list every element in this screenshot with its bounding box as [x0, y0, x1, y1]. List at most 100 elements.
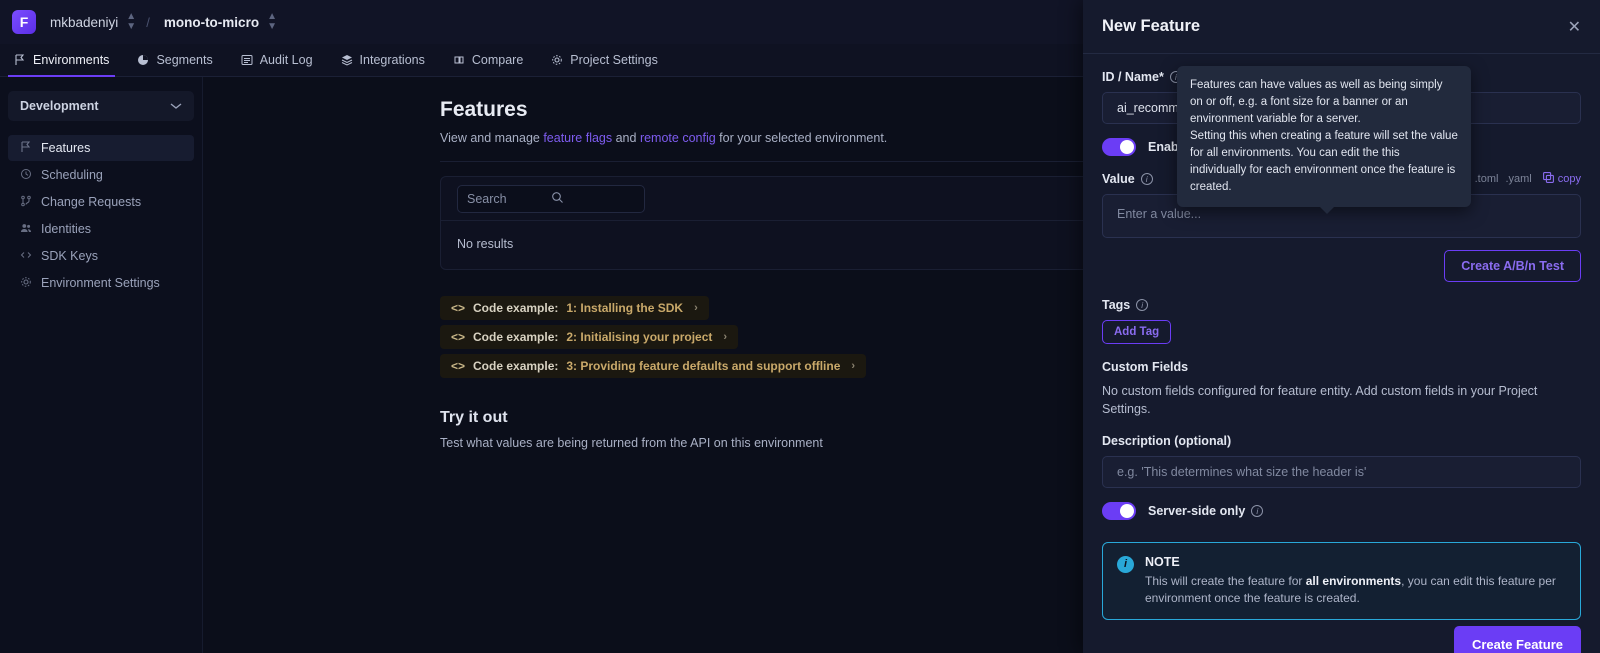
info-icon[interactable]: i — [1140, 173, 1153, 185]
info-icon[interactable]: i — [1251, 505, 1264, 518]
feature-flags-link[interactable]: feature flags — [543, 131, 612, 145]
custom-fields-label: Custom Fields — [1102, 360, 1581, 374]
note-title: NOTE — [1145, 555, 1180, 570]
sidebar-item-sdk-keys[interactable]: SDK Keys — [8, 243, 194, 269]
tab-segments[interactable]: Segments — [123, 44, 226, 77]
search-input[interactable]: Search — [457, 184, 645, 213]
tab-label: Project Settings — [570, 53, 658, 67]
chevron-right-icon: › — [723, 331, 728, 343]
search-icon — [551, 191, 635, 207]
description-label-text: Description (optional) — [1102, 434, 1232, 449]
tags-label: Tags i — [1102, 298, 1581, 312]
value-label: Value i — [1102, 172, 1153, 186]
chevron-down-icon — [170, 99, 182, 113]
breadcrumb-project[interactable]: mono-to-micro — [164, 15, 259, 30]
sidebar-item-label: Environment Settings — [41, 276, 160, 290]
description-input[interactable]: e.g. 'This determines what size the head… — [1102, 456, 1581, 489]
tab-label: Compare — [471, 53, 524, 67]
subtitle-prefix: View and manage — [440, 131, 544, 145]
tab-audit-log[interactable]: Audit Log — [227, 44, 327, 77]
info-icon[interactable]: i — [1136, 299, 1149, 311]
code-example-prefix: Code example: — [473, 330, 559, 344]
value-placeholder: Enter a value... — [1117, 207, 1202, 221]
environment-selector[interactable]: Development — [8, 91, 194, 121]
description-placeholder: e.g. 'This determines what size the head… — [1117, 465, 1367, 480]
server-side-toggle-row: Server-side only i — [1102, 502, 1581, 521]
code-example-prefix: Code example: — [473, 359, 559, 373]
subtitle-suffix: for your selected environment. — [715, 131, 888, 145]
chevron-right-icon: › — [851, 360, 856, 372]
tab-label: Integrations — [359, 53, 425, 67]
code-brackets-icon: <> — [451, 359, 466, 373]
project-switch-icon[interactable]: ▲ ▼ — [267, 12, 277, 32]
app-logo-icon: F — [12, 10, 36, 34]
gear-icon — [551, 54, 563, 66]
code-example-text: 1: Installing the SDK — [566, 301, 684, 315]
note-text-before: This will create the feature for — [1145, 574, 1306, 589]
sidebar-item-change-requests[interactable]: Change Requests — [8, 189, 194, 215]
drawer-title: New Feature — [1102, 17, 1201, 35]
compare-icon — [453, 54, 465, 66]
copy-button[interactable]: copy — [1542, 172, 1581, 186]
tab-label: Segments — [156, 53, 213, 67]
custom-fields-text: No custom fields configured for feature … — [1102, 384, 1538, 417]
list-icon — [241, 54, 253, 66]
info-circle-icon: i — [1117, 556, 1134, 574]
tooltip-line-1: Features can have values as well as bein… — [1190, 79, 1443, 126]
environment-label: Development — [20, 99, 99, 113]
enabled-toggle[interactable] — [1102, 138, 1136, 156]
code-example-1[interactable]: <> Code example: 1: Installing the SDK › — [440, 296, 709, 320]
sidebar-item-environment-settings[interactable]: Environment Settings — [8, 270, 194, 296]
tab-project-settings[interactable]: Project Settings — [537, 44, 672, 77]
pie-chart-icon — [137, 54, 149, 66]
note-banner: i NOTE This will create the feature for … — [1102, 542, 1581, 621]
tooltip-line-2: Setting this when creating a feature wil… — [1190, 130, 1458, 194]
copy-label: copy — [1557, 173, 1581, 185]
sidebar: Development Features Scheduling Change R… — [0, 77, 203, 653]
tab-environments[interactable]: Environments — [0, 44, 123, 77]
create-feature-button[interactable]: Create Feature — [1453, 626, 1581, 653]
sidebar-item-label: Change Requests — [41, 195, 142, 209]
description-label: Description (optional) — [1102, 434, 1581, 448]
code-example-prefix: Code example: — [473, 301, 559, 315]
layers-icon — [341, 54, 353, 66]
sidebar-item-identities[interactable]: Identities — [8, 216, 194, 242]
breadcrumb-separator: / — [146, 14, 150, 30]
code-icon — [20, 249, 32, 264]
format-yaml[interactable]: .yaml — [1505, 173, 1531, 185]
server-side-only-toggle[interactable] — [1102, 502, 1136, 521]
note-body: This will create the feature for all env… — [1145, 573, 1566, 607]
code-example-3[interactable]: <> Code example: 3: Providing feature de… — [440, 354, 867, 378]
remote-config-link[interactable]: remote config — [640, 131, 716, 145]
tab-label: Environments — [33, 53, 110, 67]
clock-icon — [20, 168, 32, 183]
code-example-text: 2: Initialising your project — [566, 330, 713, 344]
sidebar-item-scheduling[interactable]: Scheduling — [8, 162, 194, 188]
create-ab-test-button[interactable]: Create A/B/n Test — [1444, 250, 1581, 282]
chevron-right-icon: › — [694, 302, 698, 314]
close-icon[interactable]: ✕ — [1568, 17, 1581, 37]
sidebar-item-label: Scheduling — [41, 168, 103, 182]
code-brackets-icon: <> — [451, 301, 466, 315]
code-example-2[interactable]: <> Code example: 2: Initialising your pr… — [440, 325, 739, 349]
custom-fields-label-text: Custom Fields — [1102, 360, 1189, 374]
code-brackets-icon: <> — [451, 330, 466, 344]
search-placeholder: Search — [467, 191, 507, 206]
sidebar-item-features[interactable]: Features — [8, 135, 194, 161]
ab-test-row: Create A/B/n Test — [1102, 250, 1581, 282]
tab-label: Audit Log — [259, 53, 313, 67]
code-example-text: 3: Providing feature defaults and suppor… — [566, 359, 841, 373]
tab-integrations[interactable]: Integrations — [327, 44, 439, 77]
id-name-label-text: ID / Name* — [1102, 70, 1164, 84]
add-tag-button[interactable]: Add Tag — [1102, 320, 1172, 344]
drawer-header: New Feature ✕ — [1083, 0, 1600, 54]
org-switch-icon[interactable]: ▲ ▼ — [126, 12, 136, 32]
tab-compare[interactable]: Compare — [439, 44, 537, 77]
gear-icon — [20, 276, 32, 291]
flag-icon — [14, 54, 26, 66]
breadcrumb-org[interactable]: mkbadeniyi — [50, 15, 118, 30]
sidebar-item-label: Identities — [41, 222, 92, 236]
server-side-label: Server-side only i — [1148, 504, 1264, 518]
copy-icon — [1542, 172, 1554, 186]
format-toml[interactable]: .toml — [1475, 173, 1499, 185]
